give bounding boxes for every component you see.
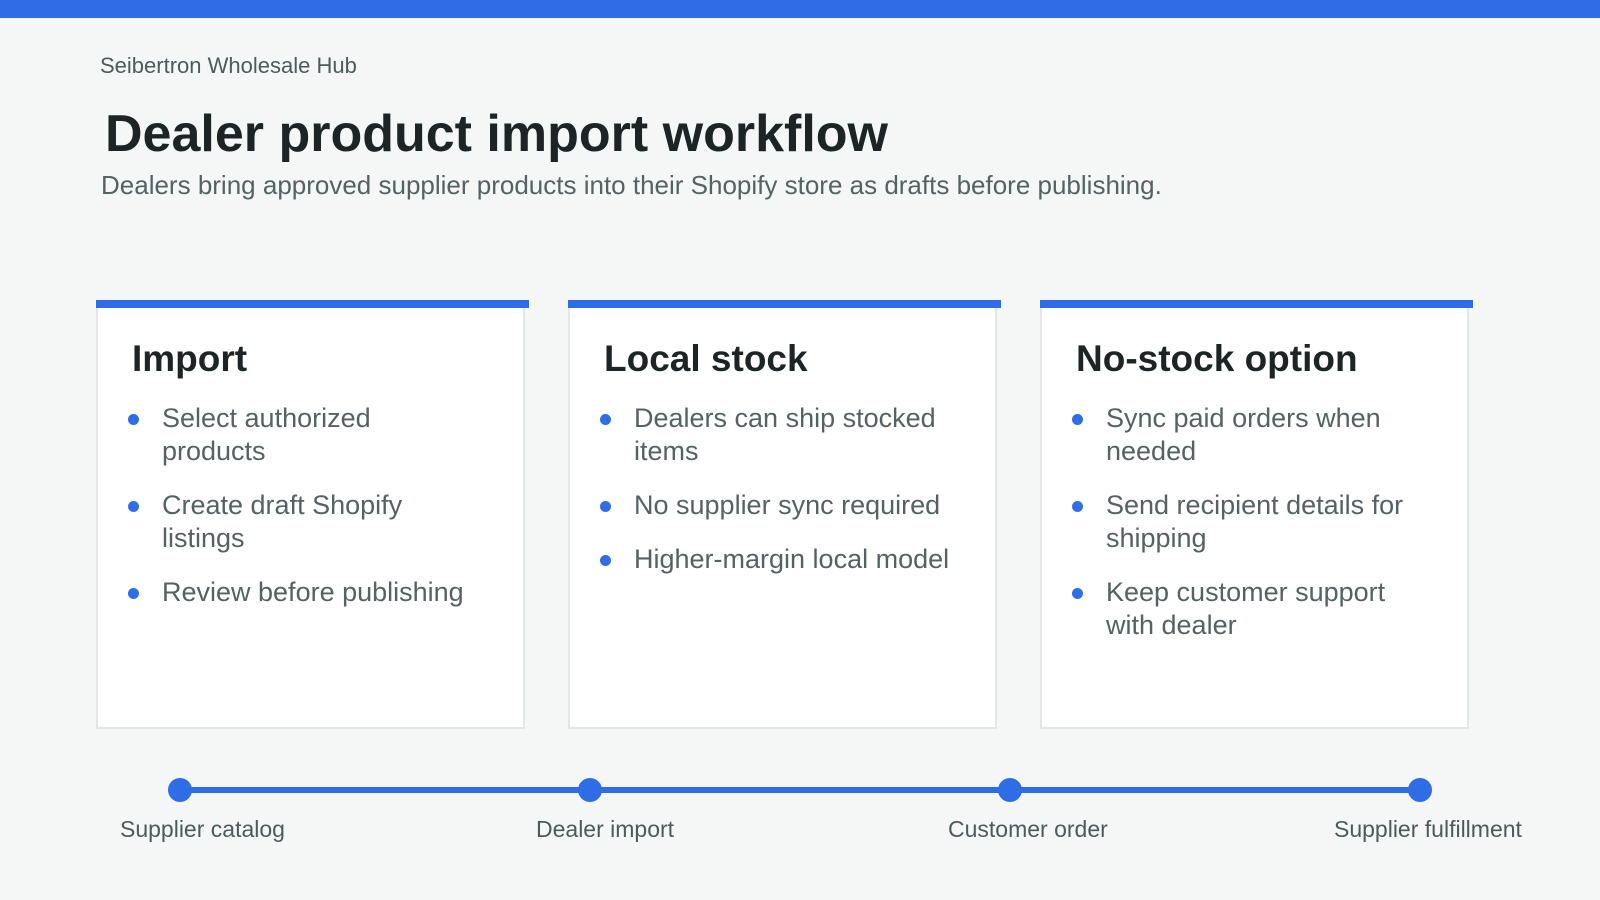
bullet-list: Sync paid orders when needed Send recipi… — [1072, 402, 1422, 663]
bullet-dot-icon — [128, 501, 139, 512]
top-accent-bar — [0, 0, 1600, 18]
bullet-item: Create draft Shopify listings — [128, 489, 478, 555]
timeline-node-icon — [168, 778, 192, 802]
timeline-step-label: Supplier catalog — [120, 816, 285, 842]
card-accent-bar — [568, 300, 1001, 308]
bullet-dot-icon — [128, 588, 139, 599]
page-title: Dealer product import workflow — [105, 105, 888, 163]
card-title: No-stock option — [1076, 338, 1358, 379]
bullet-dot-icon — [600, 414, 611, 425]
timeline-node-icon — [1408, 778, 1432, 802]
bullet-dot-icon — [1072, 588, 1083, 599]
card-local-stock: Local stock Dealers can ship stocked ite… — [568, 300, 1001, 729]
timeline-connector — [180, 787, 1420, 793]
bullet-item: Sync paid orders when needed — [1072, 402, 1422, 468]
bullet-item: No supplier sync required — [600, 489, 950, 522]
bullet-item: Dealers can ship stocked items — [600, 402, 950, 468]
bullet-text: Create draft Shopify listings — [162, 490, 403, 553]
timeline-step-label: Dealer import — [536, 816, 675, 842]
bullet-item: Select authorized products — [128, 402, 478, 468]
bullet-dot-icon — [600, 501, 611, 512]
page-subtitle: Dealers bring approved supplier products… — [101, 170, 1162, 200]
card-import: Import Select authorized products Create… — [96, 300, 529, 729]
bullet-item: Keep customer support with dealer — [1072, 576, 1422, 642]
bullet-text: No supplier sync required — [634, 490, 941, 520]
brand-name: Seibertron Wholesale Hub — [100, 53, 357, 78]
bullet-text: Send recipient details for shipping — [1106, 490, 1404, 553]
timeline-step-label: Customer order — [948, 816, 1108, 842]
bullet-dot-icon — [1072, 501, 1083, 512]
card-accent-bar — [1040, 300, 1473, 308]
bullet-list: Select authorized products Create draft … — [128, 402, 478, 630]
bullet-list: Dealers can ship stocked items No suppli… — [600, 402, 950, 597]
timeline-node-icon — [578, 778, 602, 802]
bullet-text: Keep customer support with dealer — [1106, 577, 1386, 640]
bullet-item: Review before publishing — [128, 576, 478, 609]
bullet-dot-icon — [600, 555, 611, 566]
card-title: Import — [132, 338, 248, 379]
bullet-dot-icon — [128, 414, 139, 425]
bullet-text: Select authorized products — [162, 403, 371, 466]
bullet-text: Review before publishing — [162, 577, 464, 607]
bullet-item: Higher-margin local model — [600, 543, 950, 576]
bullet-text: Dealers can ship stocked items — [634, 403, 936, 466]
bullet-text: Higher-margin local model — [634, 544, 950, 574]
card-accent-bar — [96, 300, 529, 308]
bullet-item: Send recipient details for shipping — [1072, 489, 1422, 555]
bullet-text: Sync paid orders when needed — [1106, 403, 1381, 466]
card-title: Local stock — [604, 338, 808, 379]
bullet-dot-icon — [1072, 414, 1083, 425]
timeline-node-icon — [998, 778, 1022, 802]
timeline-step-label: Supplier fulfillment — [1334, 816, 1522, 842]
card-no-stock-option: No-stock option Sync paid orders when ne… — [1040, 300, 1473, 729]
